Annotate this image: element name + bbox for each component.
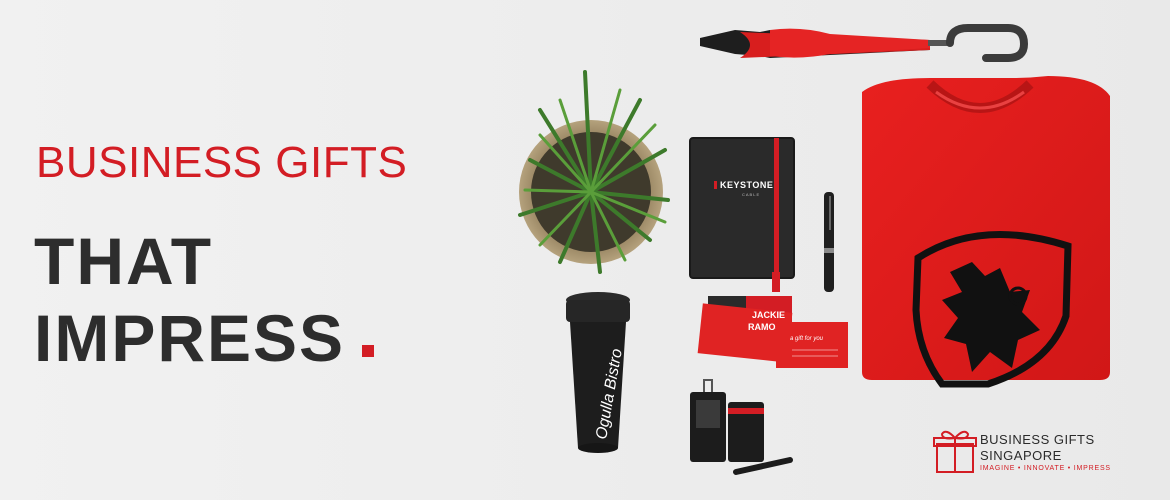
card-name-1: JACKIE [752,310,785,320]
hero-banner: BUSINESS GIFTS THAT IMPRESS KEYSTONE CAB… [0,0,1170,500]
logo-tagline: IMAGINE • INNOVATE • IMPRESS [980,465,1111,472]
notebook [689,137,795,292]
logo-line2: SINGAPORE [980,448,1062,463]
potted-plant [518,70,670,274]
umbrella [700,24,1029,62]
pen [824,192,834,292]
card-holders [690,379,793,475]
company-logo: BUSINESS GIFTS SINGAPORE IMAGINE • INNOV… [936,430,1136,480]
notebook-sub: CABLE [742,192,760,197]
notebook-brand: KEYSTONE [720,180,773,190]
t-shirt [862,76,1110,388]
gift-card-text: a gift for you [790,336,824,342]
gift-card [776,322,848,368]
logo-line1: BUSINESS GIFTS [980,432,1095,447]
products-illustration: KEYSTONE CABLE JACKIE RAMOS a gift for y… [518,24,1110,475]
